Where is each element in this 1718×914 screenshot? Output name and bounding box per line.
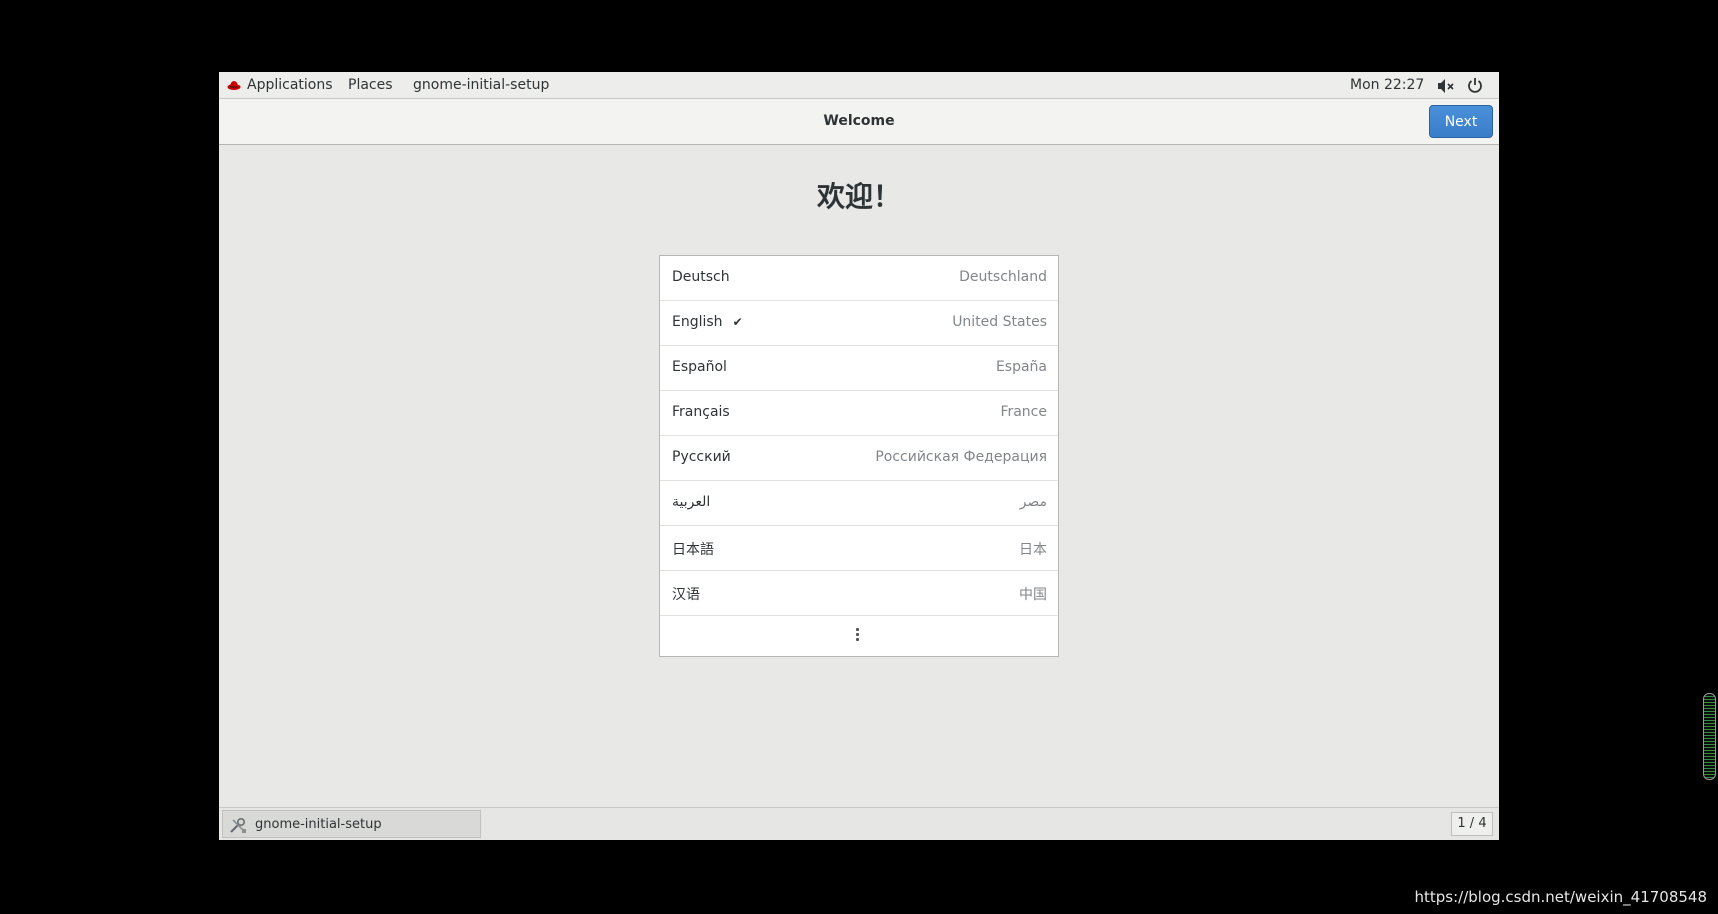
volume-muted-icon[interactable] [1437,78,1455,94]
header-title: Welcome [823,113,895,129]
places-menu[interactable]: Places [348,77,393,94]
language-name: English [672,314,723,330]
tools-icon [230,817,246,833]
language-name: Русский [672,449,731,465]
workspace-switcher[interactable]: 1 / 4 [1451,812,1493,836]
bottom-taskbar: gnome-initial-setup 1 / 4 [219,807,1499,840]
more-languages-button[interactable] [660,616,1058,656]
checkmark-icon: ✔ [732,315,743,329]
language-list: Deutsch Deutschland English ✔ United Stat… [659,255,1059,657]
language-name: Español [672,359,727,375]
next-button[interactable]: Next [1429,105,1493,138]
language-region: United States [952,314,1047,330]
welcome-heading: 欢迎！ [816,180,901,213]
power-icon[interactable] [1467,77,1483,93]
redhat-logo-icon [227,81,241,90]
language-row-espanol[interactable]: Español España [660,346,1058,391]
language-name: العربية [672,494,711,510]
clock[interactable]: Mon 22:27 [1350,77,1424,94]
volume-meter [1703,693,1716,780]
screen: Applications Places gnome-initial-setup … [0,0,1718,914]
language-region: 日本 [1019,542,1047,558]
applications-menu[interactable]: Applications [247,77,333,94]
language-row-english[interactable]: English ✔ United States [660,301,1058,346]
language-name: Deutsch [672,269,730,285]
language-name: 汉语 [672,587,700,603]
language-row-deutsch[interactable]: Deutsch Deutschland [660,256,1058,301]
language-region: España [995,359,1047,375]
language-region: مصر [1019,494,1047,510]
language-name: 日本語 [672,542,714,558]
language-row-japanese[interactable]: 日本語 日本 [660,526,1058,571]
header-bar: Welcome Next [219,99,1499,145]
language-region: Российская Федерация [875,449,1047,465]
vm-desktop: Applications Places gnome-initial-setup … [219,72,1499,840]
language-row-russian[interactable]: Русский Российская Федерация [660,436,1058,481]
top-panel: Applications Places gnome-initial-setup … [219,72,1499,99]
more-vertical-icon [856,628,860,644]
taskbar-window-button[interactable]: gnome-initial-setup [222,810,481,838]
app-menu[interactable]: gnome-initial-setup [413,77,549,94]
taskbar-window-label: gnome-initial-setup [255,817,382,832]
language-region: France [1000,404,1047,420]
language-name-english: English ✔ [672,314,743,330]
watermark: https://blog.csdn.net/weixin_41708548 [1414,888,1707,906]
language-region: 中国 [1019,587,1047,603]
language-name: Français [672,404,730,420]
language-row-chinese[interactable]: 汉语 中国 [660,571,1058,616]
language-row-arabic[interactable]: العربية مصر [660,481,1058,526]
language-row-francais[interactable]: Français France [660,391,1058,436]
language-region: Deutschland [959,269,1047,285]
